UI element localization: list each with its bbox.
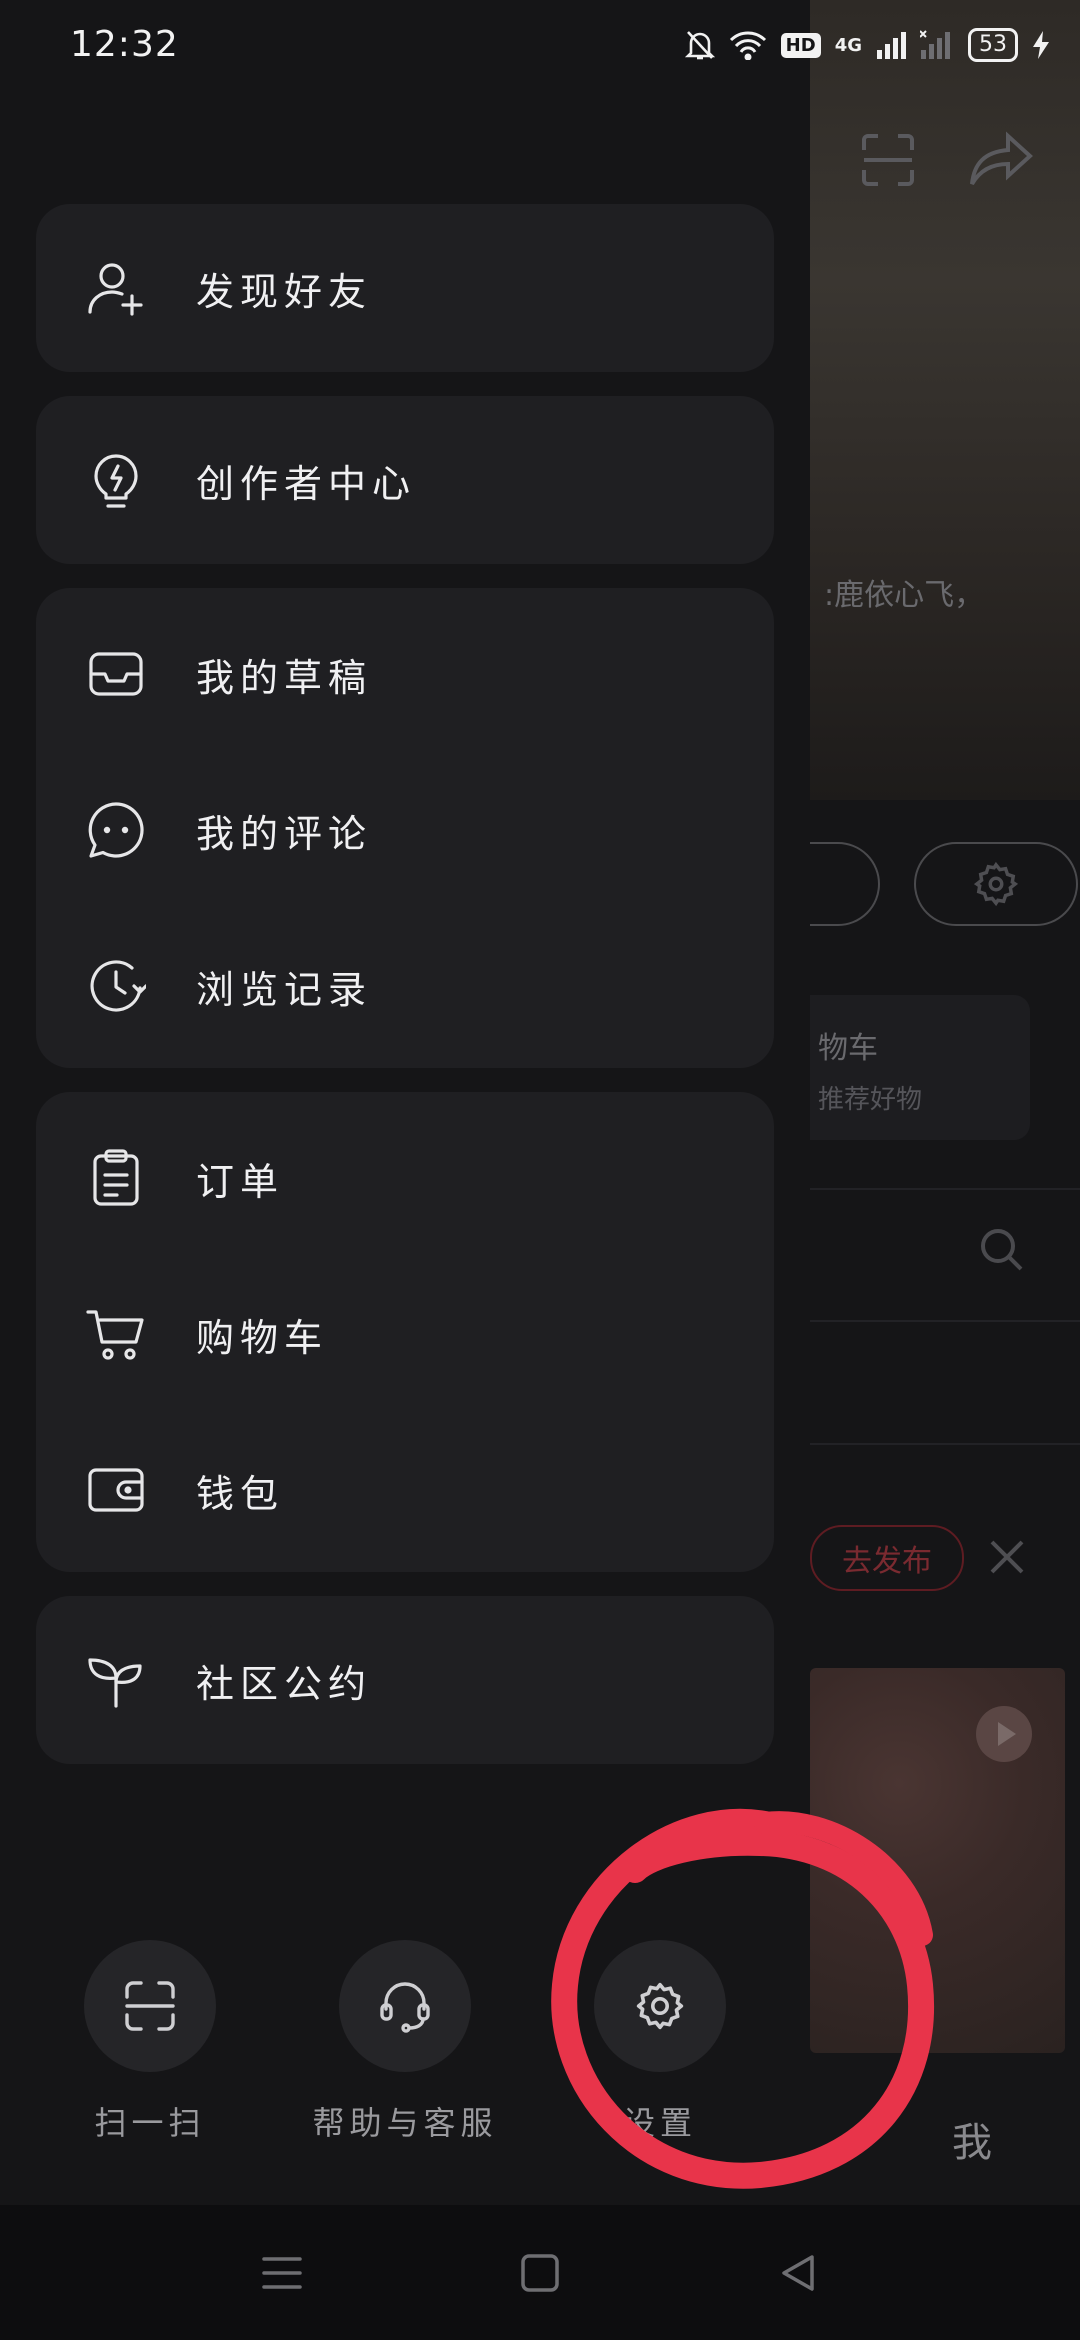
- status-bar: 12:32 HD 4G 53: [0, 0, 1080, 96]
- inbox-tray-icon: [86, 644, 146, 704]
- settings-button-circle: [594, 1940, 726, 2072]
- history-clock-icon: [86, 956, 148, 1016]
- play-icon: [976, 1706, 1032, 1762]
- scan-button-circle: [84, 1940, 216, 2072]
- menu-item-label: 购物车: [196, 1315, 329, 1360]
- system-navigation-bar: [0, 2205, 1080, 2340]
- sprout-icon: [86, 1650, 146, 1710]
- background-video-thumbnail: [810, 1668, 1065, 2053]
- signal-icon: [877, 32, 906, 59]
- divider: [810, 1443, 1080, 1445]
- menu-group-content: 我的草稿 我的评论 浏览记录: [36, 588, 774, 1068]
- nav-back-button[interactable]: [738, 2205, 858, 2340]
- chat-bubble-icon: [86, 800, 146, 860]
- divider: [810, 1188, 1080, 1190]
- side-drawer: 发现好友 创作者中心 我的草稿 我的评论 浏览记录 订单 购物车 钱包 社区公约…: [0, 0, 810, 2205]
- headset-icon: [380, 1982, 430, 2033]
- drawer-bottom-actions: 扫一扫 帮助与客服 设置: [0, 1940, 810, 2160]
- background-shopping-card: 物车 推荐好物: [810, 995, 1030, 1140]
- menu-group-creator: 创作者中心: [36, 396, 774, 564]
- menu-item-label: 我的评论: [196, 811, 373, 856]
- menu-item-label: 创作者中心: [196, 461, 417, 506]
- signal-weak-icon: [920, 30, 950, 59]
- menu-item-wallet[interactable]: 钱包: [36, 1412, 774, 1568]
- nav-menu-button[interactable]: [222, 2205, 342, 2340]
- menu-item-label: 我的草稿: [196, 655, 373, 700]
- scan-icon: [858, 130, 918, 194]
- menu-group-shopping: 订单 购物车 钱包: [36, 1092, 774, 1572]
- settings-button[interactable]: 设置: [530, 1940, 790, 2144]
- battery-indicator: 53: [968, 28, 1018, 62]
- menu-icon: [262, 2256, 302, 2289]
- menu-item-discover-friends[interactable]: 发现好友: [36, 210, 774, 366]
- scan-icon: [125, 1981, 175, 2031]
- status-icons: HD 4G 53: [684, 28, 1050, 62]
- menu-group-friends: 发现好友: [36, 204, 774, 372]
- settings-label: 设置: [622, 2104, 697, 2142]
- menu-item-label: 订单: [196, 1159, 285, 1204]
- wifi-icon: [729, 31, 766, 60]
- help-support-button[interactable]: 帮助与客服: [275, 1940, 535, 2144]
- nav-home-button[interactable]: [480, 2205, 600, 2340]
- menu-item-orders[interactable]: 订单: [36, 1100, 774, 1256]
- home-square-icon: [521, 2253, 559, 2292]
- menu-item-shopping-cart[interactable]: 购物车: [36, 1256, 774, 1412]
- background-publish-button: 去发布: [810, 1525, 964, 1591]
- scan-label: 扫一扫: [94, 2104, 206, 2142]
- charging-icon: [1033, 31, 1049, 59]
- menu-item-label: 社区公约: [196, 1661, 373, 1706]
- share-icon: [968, 130, 1034, 194]
- gear-icon: [973, 861, 1019, 907]
- menu-item-my-drafts[interactable]: 我的草稿: [36, 596, 774, 752]
- background-shopping-sub: 推荐好物: [818, 1085, 923, 1115]
- background-pill-button: [810, 842, 880, 926]
- gear-icon: [636, 1982, 684, 2030]
- menu-item-my-comments[interactable]: 我的评论: [36, 752, 774, 908]
- cart-icon: [86, 1304, 146, 1364]
- clipboard-icon: [86, 1148, 146, 1208]
- back-triangle-icon: [782, 2254, 814, 2291]
- menu-item-label: 钱包: [196, 1471, 285, 1516]
- background-caption: :鹿依心飞，: [824, 578, 985, 613]
- menu-item-community-guidelines[interactable]: 社区公约: [36, 1602, 774, 1758]
- hd-badge: HD: [780, 32, 821, 58]
- wallet-icon: [86, 1460, 146, 1520]
- scan-button[interactable]: 扫一扫: [20, 1940, 280, 2144]
- search-icon: [978, 1226, 1026, 1278]
- menu-item-label: 发现好友: [196, 269, 373, 314]
- divider: [810, 1320, 1080, 1322]
- menu-item-creator-center[interactable]: 创作者中心: [36, 402, 774, 558]
- menu-item-browsing-history[interactable]: 浏览记录: [36, 908, 774, 1064]
- menu-item-label: 浏览记录: [196, 967, 373, 1012]
- add-user-icon: [86, 258, 146, 318]
- tab-me: 我: [952, 2120, 992, 2166]
- help-support-label: 帮助与客服: [312, 2104, 498, 2142]
- background-settings-pill: [914, 842, 1078, 926]
- background-shopping-title: 物车: [818, 1031, 878, 1066]
- status-time: 12:32: [70, 24, 179, 65]
- close-icon: [988, 1538, 1026, 1580]
- lightning-bulb-icon: [86, 450, 146, 510]
- background-profile-page: :鹿依心飞， 物车 推荐好物 去发布 我: [810, 0, 1080, 2205]
- bell-muted-icon: [684, 31, 715, 60]
- network-type: 4G: [834, 34, 862, 56]
- menu-group-community: 社区公约: [36, 1596, 774, 1764]
- help-button-circle: [339, 1940, 471, 2072]
- background-cover-image: [810, 0, 1080, 800]
